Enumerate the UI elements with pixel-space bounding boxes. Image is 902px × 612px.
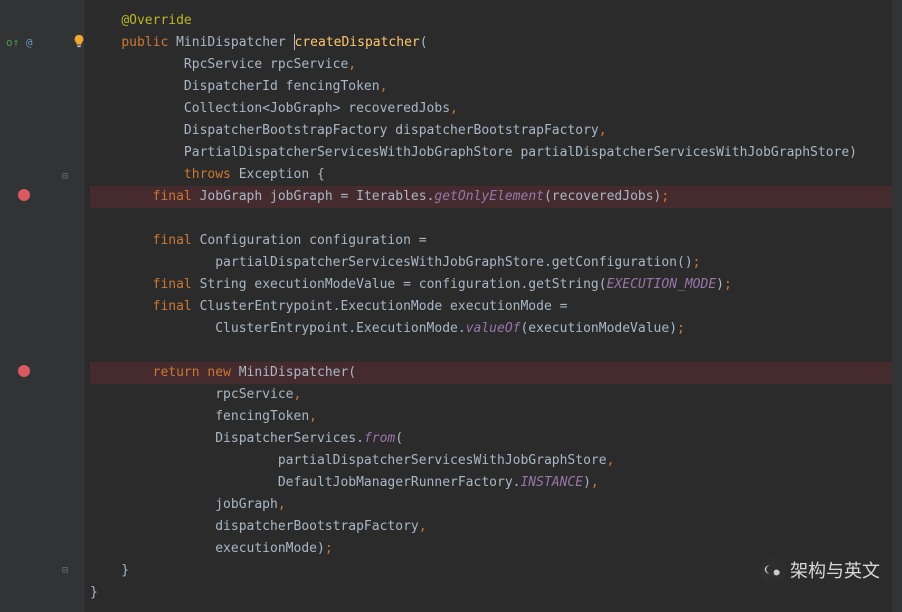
keyword-throws: throws bbox=[184, 167, 231, 182]
fold-marker-icon[interactable]: ⊟ bbox=[62, 166, 68, 188]
keyword-final: final bbox=[153, 299, 192, 314]
breakpoint-line: final JobGraph jobGraph = Iterables.getO… bbox=[90, 186, 902, 208]
keyword-final: final bbox=[153, 277, 192, 292]
keyword-public: public bbox=[121, 35, 168, 50]
fold-gutter[interactable]: ⊟ ⊟ bbox=[48, 0, 84, 612]
static-field: EXECUTION_MODE bbox=[607, 277, 717, 292]
breakpoint-icon[interactable] bbox=[18, 365, 30, 377]
code-editor: o↑ @ ⊟ ⊟ @Override public MiniDispatcher… bbox=[0, 0, 902, 612]
annotation: @Override bbox=[121, 13, 191, 28]
keyword-final: final bbox=[153, 189, 192, 204]
fold-marker-icon[interactable]: ⊟ bbox=[62, 560, 68, 582]
breakpoint-icon[interactable] bbox=[18, 189, 30, 201]
breakpoint-gutter[interactable]: o↑ @ bbox=[0, 0, 48, 612]
keyword-final: final bbox=[153, 233, 192, 248]
keyword-new: new bbox=[200, 365, 231, 380]
method-name: createDispatcher bbox=[295, 35, 420, 50]
watermark: 架构与英文 bbox=[760, 558, 880, 584]
static-method: valueOf bbox=[466, 321, 521, 336]
watermark-text: 架构与英文 bbox=[790, 560, 880, 582]
wechat-icon bbox=[760, 558, 786, 584]
static-method: from bbox=[364, 431, 395, 446]
static-method: getOnlyElement bbox=[434, 189, 544, 204]
code-content[interactable]: @Override public MiniDispatcher createDi… bbox=[84, 0, 902, 612]
breakpoint-line: return new MiniDispatcher( bbox=[90, 362, 902, 384]
scrollbar[interactable] bbox=[892, 0, 902, 612]
override-indicator-icon[interactable]: o↑ @ bbox=[6, 32, 33, 54]
keyword-return: return bbox=[153, 365, 200, 380]
static-field: INSTANCE bbox=[520, 475, 583, 490]
